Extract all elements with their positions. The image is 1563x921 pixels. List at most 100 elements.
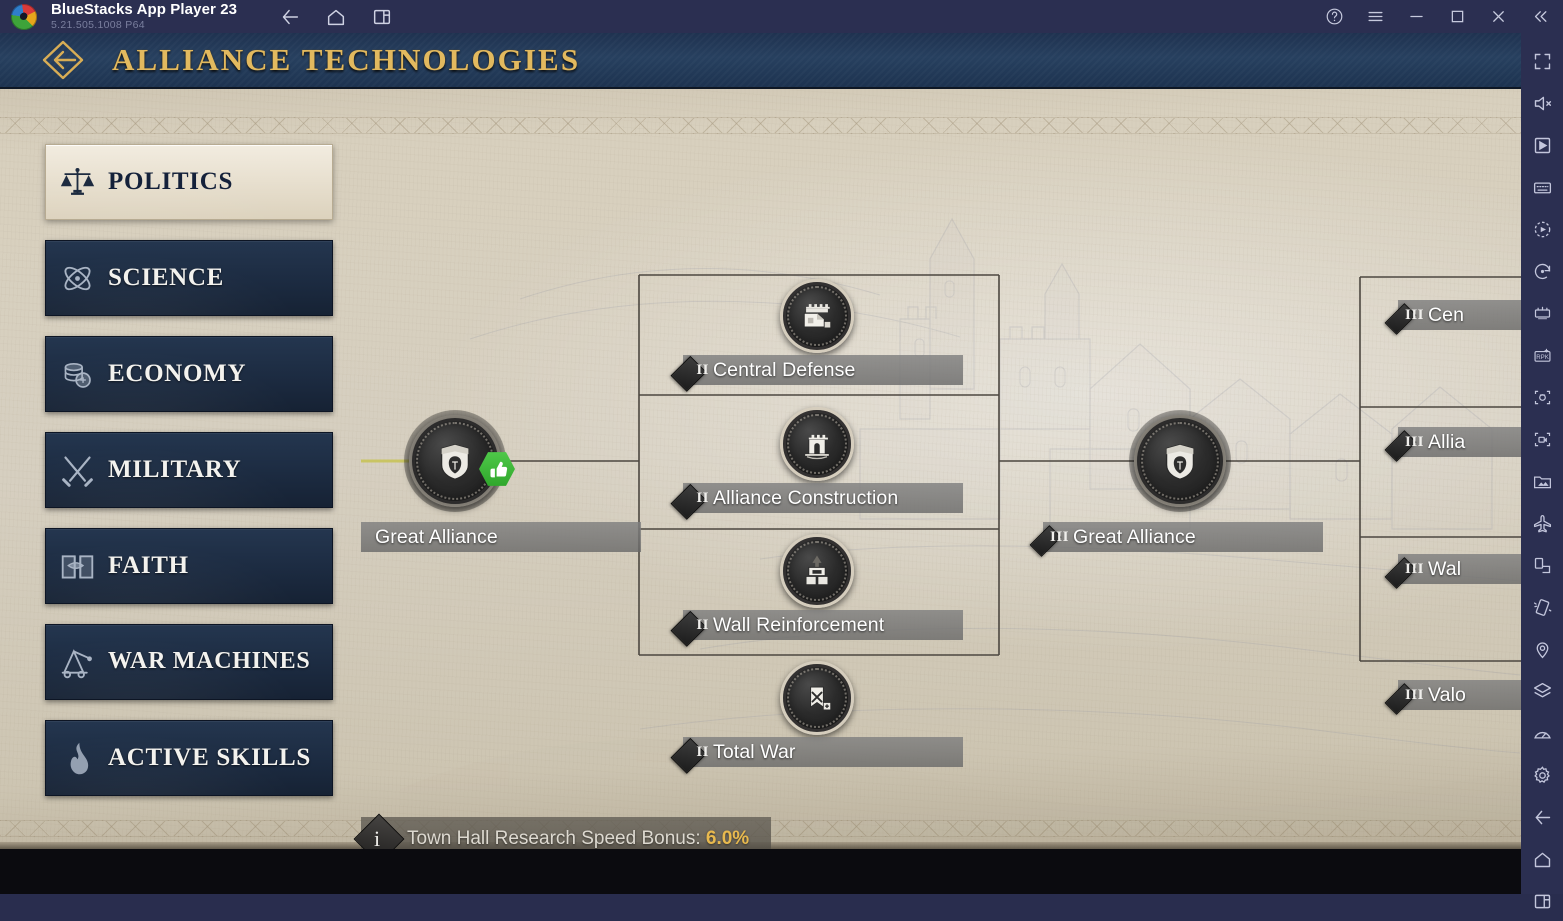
- tech-node-name: Great Alliance: [1073, 525, 1196, 548]
- keyboard-icon[interactable]: [1522, 167, 1562, 207]
- record-screen-icon[interactable]: [1522, 419, 1562, 459]
- swords-icon: [46, 452, 108, 489]
- maximize-icon[interactable]: [1448, 7, 1467, 26]
- tier-badge: II: [670, 607, 709, 648]
- window-controls: [1325, 7, 1549, 26]
- home-icon[interactable]: [1522, 839, 1562, 879]
- info-bar-label: Town Hall Research Speed Bonus:: [407, 828, 706, 849]
- status-badge-researched[interactable]: [479, 451, 515, 487]
- emulator-version: 5.21.505.1008 P64: [51, 18, 145, 31]
- sidebar-item-military[interactable]: MILITARY: [45, 432, 333, 508]
- home-icon[interactable]: [325, 6, 347, 28]
- sidebar-item-label: ECONOMY: [108, 359, 247, 387]
- info-icon: i: [353, 813, 405, 849]
- castle-icon[interactable]: [780, 407, 854, 481]
- flame-icon: [46, 740, 108, 777]
- tech-node-label[interactable]: II Central Defense: [670, 355, 963, 393]
- emulator-app-name: BlueStacks App Player 23: [51, 1, 238, 19]
- alliance-crest-icon[interactable]: [1129, 410, 1231, 512]
- emulator-titlebar: BlueStacks App Player 23 5.21.505.1008 P…: [0, 0, 1563, 33]
- tech-node-label-tier3-alliance[interactable]: III Allia: [1384, 427, 1521, 462]
- tech-tree-panel: Great Alliance II Central Defense II All…: [0, 89, 1521, 849]
- tech-node-name: Wall Reinforcement: [713, 613, 885, 636]
- svg-text:RPK: RPK: [1536, 354, 1549, 361]
- media-manager-icon[interactable]: [1522, 461, 1562, 501]
- settings-icon[interactable]: [1522, 755, 1562, 795]
- sidebar-item-politics[interactable]: POLITICS: [45, 144, 333, 220]
- tech-node-name: Cen: [1428, 303, 1465, 326]
- tech-node-name: Total War: [713, 740, 796, 763]
- wall-tower-icon[interactable]: [780, 534, 854, 608]
- scales-icon: [46, 164, 108, 201]
- layers-icon[interactable]: [1522, 671, 1562, 711]
- mute-icon[interactable]: [1522, 83, 1562, 123]
- sidebar-item-economy[interactable]: ECONOMY: [45, 336, 333, 412]
- tech-node-label-tier3-wall[interactable]: III Wal: [1384, 554, 1521, 589]
- book-icon: [46, 548, 108, 585]
- close-icon[interactable]: [1489, 7, 1508, 26]
- coins-icon: [46, 356, 108, 393]
- sidebar-item-label: POLITICS: [108, 167, 234, 195]
- performance-icon[interactable]: [1522, 713, 1562, 753]
- sidebar-item-faith[interactable]: FAITH: [45, 528, 333, 604]
- rpk-icon[interactable]: RPK: [1522, 335, 1562, 375]
- sidebar-item-label: SCIENCE: [108, 263, 225, 291]
- sidebar-item-label: WAR MACHINES: [108, 648, 311, 675]
- info-bar-text: Town Hall Research Speed Bonus: 6.0%: [407, 828, 749, 849]
- collapse-rail-icon[interactable]: [1530, 7, 1549, 26]
- tech-node-label[interactable]: Great Alliance: [361, 522, 641, 552]
- tech-node-label[interactable]: III Great Alliance: [1029, 522, 1323, 557]
- tier-badge: III: [1384, 677, 1424, 715]
- tech-node-label[interactable]: II Total War: [670, 737, 963, 775]
- emulator-tool-rail: RPK: [1521, 33, 1563, 908]
- bluestacks-logo: [11, 3, 37, 30]
- tier-badge: III: [1384, 424, 1424, 462]
- sidebar-item-active-skills[interactable]: ACTIVE SKILLS: [45, 720, 333, 796]
- tech-node-name: Central Defense: [713, 358, 856, 381]
- recent-apps-icon[interactable]: [1522, 881, 1562, 921]
- sidebar-item-war-machines[interactable]: WAR MACHINES: [45, 624, 333, 700]
- sidebar-item-label: ACTIVE SKILLS: [108, 743, 311, 771]
- sidebar-item-label: MILITARY: [108, 455, 242, 483]
- sidebar-item-label: FAITH: [108, 551, 189, 579]
- fullscreen-icon[interactable]: [1522, 41, 1562, 81]
- info-bar-value: 6.0%: [705, 828, 750, 849]
- sync-icon[interactable]: [1522, 251, 1562, 291]
- tier-badge: III: [1384, 297, 1424, 335]
- location-icon[interactable]: [1522, 629, 1562, 669]
- help-icon[interactable]: [1325, 7, 1344, 26]
- tier-badge: III: [1384, 551, 1424, 589]
- screenshot-icon[interactable]: [1522, 377, 1562, 417]
- tech-node-label-tier3-valor[interactable]: III Valo: [1384, 680, 1521, 715]
- tech-node-name: Alliance Construction: [713, 486, 899, 509]
- multi-instance-icon[interactable]: [371, 6, 393, 28]
- tech-node-name: Great Alliance: [375, 525, 498, 548]
- category-sidebar: POLITICS SCIENCE ECONOMY MILITARY FAITH …: [45, 144, 333, 816]
- back-icon[interactable]: [279, 6, 301, 28]
- tier-badge: III: [1029, 519, 1069, 557]
- game-viewport: ALLIANCE TECHNOLOGIES Great Alliance II …: [0, 33, 1521, 894]
- fortress-gate-icon[interactable]: [780, 279, 854, 353]
- airplane-icon[interactable]: [1522, 503, 1562, 543]
- shake-icon[interactable]: [1522, 587, 1562, 627]
- menu-icon[interactable]: [1366, 7, 1385, 26]
- emulator-nav-buttons: [279, 6, 393, 28]
- tech-node-name: Valo: [1428, 683, 1466, 706]
- tech-node-label[interactable]: II Wall Reinforcement: [670, 610, 963, 648]
- atom-icon: [46, 260, 108, 297]
- tier-badge: II: [670, 480, 709, 521]
- sidebar-item-science[interactable]: SCIENCE: [45, 240, 333, 316]
- tech-node-label-tier3-central[interactable]: III Cen: [1384, 300, 1521, 335]
- macro-play-icon[interactable]: [1522, 209, 1562, 249]
- tech-node-name: Allia: [1428, 430, 1466, 453]
- eco-mode-icon[interactable]: [1522, 293, 1562, 333]
- tier-badge: II: [670, 352, 709, 393]
- minimize-icon[interactable]: [1407, 7, 1426, 26]
- tech-node-label[interactable]: II Alliance Construction: [670, 483, 963, 521]
- banner-swords-icon[interactable]: [780, 661, 854, 735]
- rotate-layout-icon[interactable]: [1522, 545, 1562, 585]
- back-arrow-hex-icon[interactable]: [40, 39, 86, 81]
- game-controls-icon[interactable]: [1522, 125, 1562, 165]
- screen-header: ALLIANCE TECHNOLOGIES: [0, 33, 1521, 89]
- back-icon[interactable]: [1522, 797, 1562, 837]
